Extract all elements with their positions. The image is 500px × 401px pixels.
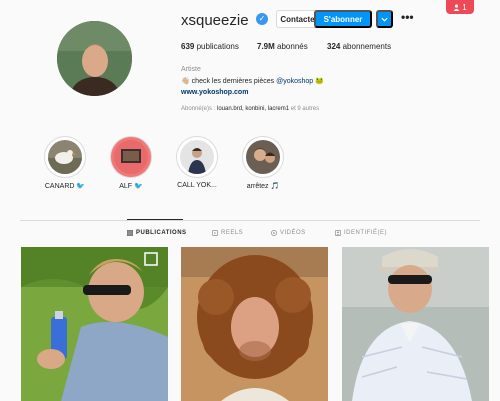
post-thumbnail[interactable] [342, 247, 489, 401]
profile-bio: 👋🏼 check les dernières pièces @yokoshop … [181, 78, 324, 85]
profile-avatar[interactable] [57, 21, 132, 96]
followed-by-text[interactable]: Abonné(e)s : louan.brd, konbini, lacrem1… [181, 106, 319, 112]
chevron-down-icon [381, 17, 388, 22]
profile-username: xsqueezie [181, 12, 249, 29]
posts-count: 639 publications [181, 42, 239, 51]
more-options-icon[interactable]: ••• [401, 10, 414, 24]
bio-mention-link[interactable]: @yokoshop [276, 78, 313, 85]
highlight-cover [114, 140, 148, 174]
notification-badge[interactable]: 1 [446, 0, 474, 14]
avatar-image [57, 21, 132, 96]
highlight-alf[interactable]: ALF 🐦 [109, 136, 153, 190]
highlight-label: CANARD 🐦 [44, 183, 86, 190]
highlight-cover [180, 140, 214, 174]
frog-emoji-icon: 🐸 [315, 78, 324, 85]
suggestions-dropdown-button[interactable] [376, 10, 393, 28]
follow-button[interactable]: S'abonner [314, 10, 372, 28]
tab-publications[interactable]: PUBLICATIONS [127, 230, 187, 236]
grid-icon [127, 230, 133, 236]
highlight-label: CALL YOK... [177, 182, 217, 189]
video-icon [271, 230, 277, 236]
tag-icon [335, 230, 341, 236]
reels-icon [212, 230, 218, 236]
post-image [181, 247, 328, 401]
tabs-divider [20, 220, 480, 221]
user-icon [453, 4, 460, 11]
highlight-canard[interactable]: CANARD 🐦 [43, 136, 87, 190]
highlight-label: arrêtez 🎵 [246, 183, 280, 190]
post-thumbnail[interactable] [181, 247, 328, 401]
highlight-cover [48, 140, 82, 174]
hand-emoji-icon: 👋🏼 [181, 78, 190, 85]
highlight-cover [246, 140, 280, 174]
verified-badge-icon: ✓ [256, 13, 268, 25]
post-image [21, 247, 168, 401]
tab-reels[interactable]: REELS [212, 230, 243, 236]
profile-category: Artiste [181, 66, 201, 73]
highlight-label: ALF 🐦 [119, 183, 143, 190]
notification-count: 1 [462, 2, 467, 12]
highlight-call-yok[interactable]: CALL YOK... [175, 136, 219, 189]
post-image [342, 247, 489, 401]
followers-count[interactable]: 7.9M abonnés [257, 42, 308, 51]
tab-videos[interactable]: VIDÉOS [271, 230, 306, 236]
following-count[interactable]: 324 abonnements [327, 42, 391, 51]
profile-website-link[interactable]: www.yokoshop.com [181, 89, 248, 96]
tab-tagged[interactable]: IDENTIFIÉ(E) [335, 230, 387, 236]
active-tab-indicator [127, 219, 183, 220]
post-thumbnail[interactable] [21, 247, 168, 401]
highlight-arretez[interactable]: arrêtez 🎵 [241, 136, 285, 190]
